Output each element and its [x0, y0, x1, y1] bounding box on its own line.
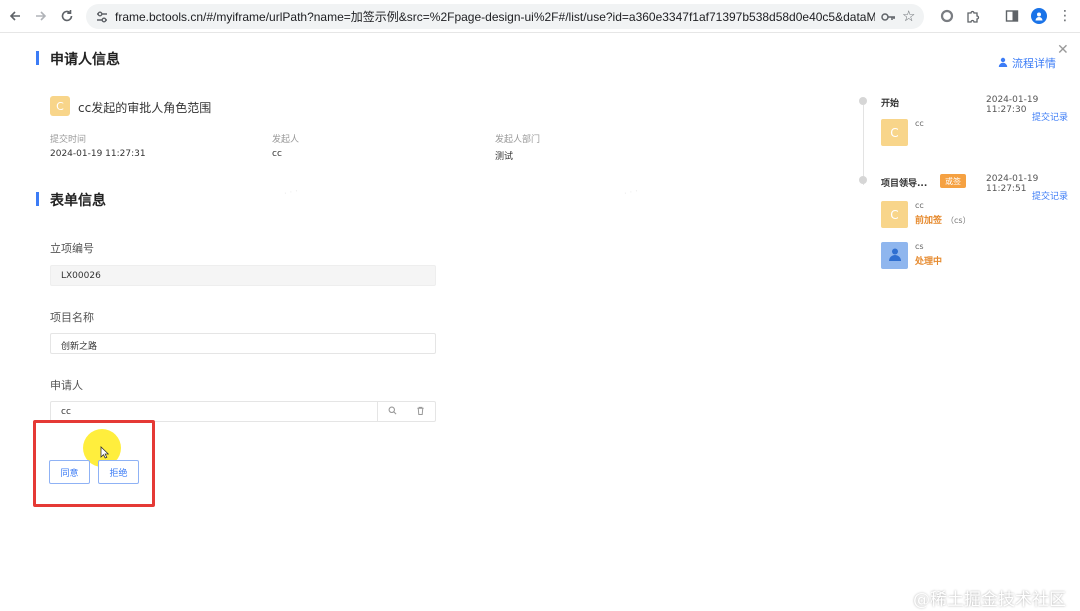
task-avatar-icon: C — [50, 96, 70, 116]
submit-time-value: 2024-01-19 11:27:31 — [50, 149, 146, 159]
initiator-dept-label: 发起人部门 — [495, 135, 541, 145]
agree-button[interactable]: 同意 — [49, 460, 90, 484]
forward-arrow-icon[interactable] — [31, 6, 51, 26]
or-sign-badge: 或签 — [940, 174, 966, 188]
timeline-node-leader-record-link[interactable]: 提交记录 — [1032, 189, 1068, 202]
flow-detail-link[interactable]: 流程详情 — [998, 55, 1056, 71]
form-section-title: 表单信息 — [36, 190, 106, 210]
side-panel-icon[interactable] — [1003, 7, 1021, 25]
project-name-field[interactable]: 创新之路 — [50, 333, 436, 354]
applicant-section-title: 申请人信息 — [36, 49, 120, 69]
task-title: cc发起的审批人角色范围 — [78, 101, 212, 115]
user-silhouette-icon — [887, 246, 903, 265]
delete-icon[interactable] — [416, 406, 425, 418]
timeline-dot — [859, 97, 867, 105]
timeline-dot — [859, 176, 867, 184]
timeline-user-name: cc — [915, 119, 924, 128]
mouse-cursor-icon — [100, 444, 110, 463]
applicant-label: 申请人 — [50, 379, 83, 392]
timeline-node-start-name: 开始 — [881, 99, 900, 109]
timeline-node-start-record-link[interactable]: 提交记录 — [1032, 110, 1068, 123]
timeline-user-avatar — [881, 242, 908, 269]
timeline-user-name: cc — [915, 201, 924, 210]
user-icon — [998, 57, 1008, 70]
close-icon[interactable]: ✕ — [1057, 42, 1069, 58]
back-arrow-icon[interactable] — [5, 6, 25, 26]
more-menu-icon[interactable]: ⋮ — [1056, 7, 1074, 25]
project-no-field: LX00026 — [50, 265, 436, 286]
reject-button[interactable]: 拒绝 — [98, 460, 139, 484]
bookmark-star-icon[interactable]: ☆ — [902, 7, 915, 25]
site-watermark: @稀土掘金技术社区 — [913, 590, 1066, 610]
puzzle-extensions-icon[interactable] — [964, 7, 982, 25]
reload-icon[interactable] — [57, 6, 77, 26]
submit-time-label: 提交时间 — [50, 135, 87, 145]
site-settings-icon[interactable] — [94, 9, 110, 25]
initiator-label: 发起人 — [272, 135, 300, 145]
search-icon[interactable] — [388, 406, 397, 418]
applicant-field[interactable]: cc — [50, 401, 436, 422]
project-name-label: 项目名称 — [50, 311, 94, 324]
address-bar[interactable]: frame.bctools.cn/#/myiframe/urlPath?name… — [86, 4, 924, 29]
url-text: frame.bctools.cn/#/myiframe/urlPath?name… — [115, 10, 875, 24]
timeline-user-avatar: C — [881, 119, 908, 146]
initiator-dept-value: 测试 — [495, 152, 514, 162]
project-no-label: 立项编号 — [50, 242, 94, 255]
timeline-user-avatar: C — [881, 201, 908, 228]
approval-page: · · · · · · 申请人信息 ✕ 流程详情 C cc发起的审批人角色范围 … — [0, 34, 1080, 611]
extension-circle-icon[interactable] — [938, 7, 956, 25]
timeline-user-name: cs — [915, 242, 924, 251]
timeline-action-status: 处理中 — [915, 257, 943, 267]
timeline-line — [863, 105, 864, 185]
timeline-node-leader-name: 项目领导... — [881, 179, 928, 189]
browser-toolbar: frame.bctools.cn/#/myiframe/urlPath?name… — [0, 0, 1080, 33]
profile-avatar-icon[interactable] — [1030, 7, 1048, 25]
password-key-icon[interactable] — [880, 9, 896, 28]
timeline-action-status: 前加签 （cs） — [915, 216, 971, 226]
initiator-value: cc — [272, 149, 282, 159]
